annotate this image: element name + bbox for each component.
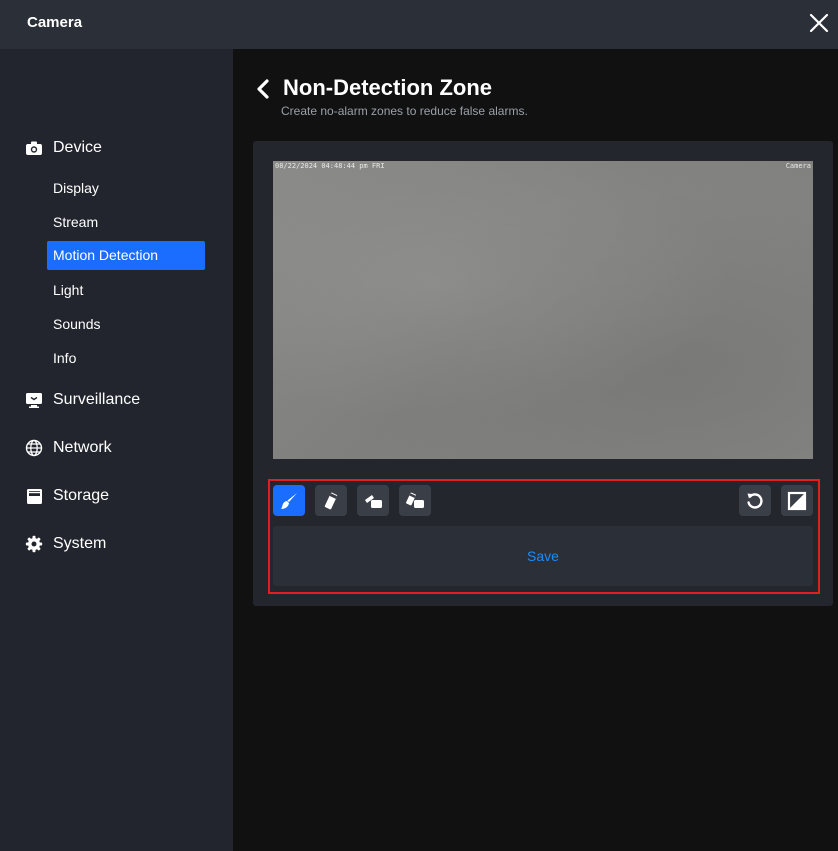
brush-tool-button[interactable] xyxy=(273,485,305,516)
sidebar-item-light[interactable]: Light xyxy=(47,276,205,305)
sidebar-group-system[interactable]: System xyxy=(24,532,106,556)
title-bar xyxy=(0,0,838,49)
clear-all-tool-button[interactable] xyxy=(399,485,431,516)
close-button[interactable] xyxy=(809,13,829,33)
globe-icon xyxy=(24,438,44,458)
sidebar-item-sounds[interactable]: Sounds xyxy=(47,310,205,339)
eraser-icon xyxy=(324,492,338,509)
sidebar-item-info[interactable]: Info xyxy=(47,344,205,373)
fill-all-icon xyxy=(365,494,382,508)
camera-preview[interactable]: 08/22/2024 04:48:44 pm FRI Camera xyxy=(273,161,813,459)
sidebar-item-motion-detection[interactable]: Motion Detection xyxy=(47,241,205,270)
camera-icon xyxy=(24,138,44,158)
fill-all-tool-button[interactable] xyxy=(357,485,389,516)
gear-icon xyxy=(24,534,44,554)
eraser-tool-button[interactable] xyxy=(315,485,347,516)
sidebar-group-label: Network xyxy=(53,439,112,456)
sidebar-group-storage[interactable]: Storage xyxy=(24,484,109,508)
monitor-icon xyxy=(24,390,44,410)
close-icon xyxy=(809,13,829,33)
video-camera-name: Camera xyxy=(785,162,811,170)
sidebar-item-display[interactable]: Display xyxy=(47,174,205,203)
undo-icon xyxy=(747,492,763,509)
sidebar-group-device[interactable]: Device xyxy=(24,136,102,160)
sidebar-group-label: System xyxy=(53,535,107,552)
page-subtitle: Create no-alarm zones to reduce false al… xyxy=(281,104,528,118)
invert-icon xyxy=(787,491,807,510)
window-title: Camera xyxy=(27,14,83,31)
storage-icon xyxy=(24,486,44,506)
invert-zone-button[interactable] xyxy=(781,485,813,516)
save-button[interactable]: Save xyxy=(273,526,813,586)
brush-icon xyxy=(281,492,297,509)
video-timestamp: 08/22/2024 04:48:44 pm FRI xyxy=(275,162,385,170)
sidebar-group-label: Storage xyxy=(53,487,110,504)
undo-button[interactable] xyxy=(739,485,771,516)
page-title: Non-Detection Zone xyxy=(283,75,492,100)
back-button[interactable] xyxy=(255,79,271,99)
clear-all-icon xyxy=(406,492,424,508)
sidebar-item-stream[interactable]: Stream xyxy=(47,208,205,237)
sidebar-group-label: Device xyxy=(53,139,102,156)
sidebar-group-network[interactable]: Network xyxy=(24,436,112,460)
chevron-left-icon xyxy=(257,79,269,99)
sidebar-group-label: Surveillance xyxy=(53,391,141,408)
sidebar-group-surveillance[interactable]: Surveillance xyxy=(24,388,140,412)
